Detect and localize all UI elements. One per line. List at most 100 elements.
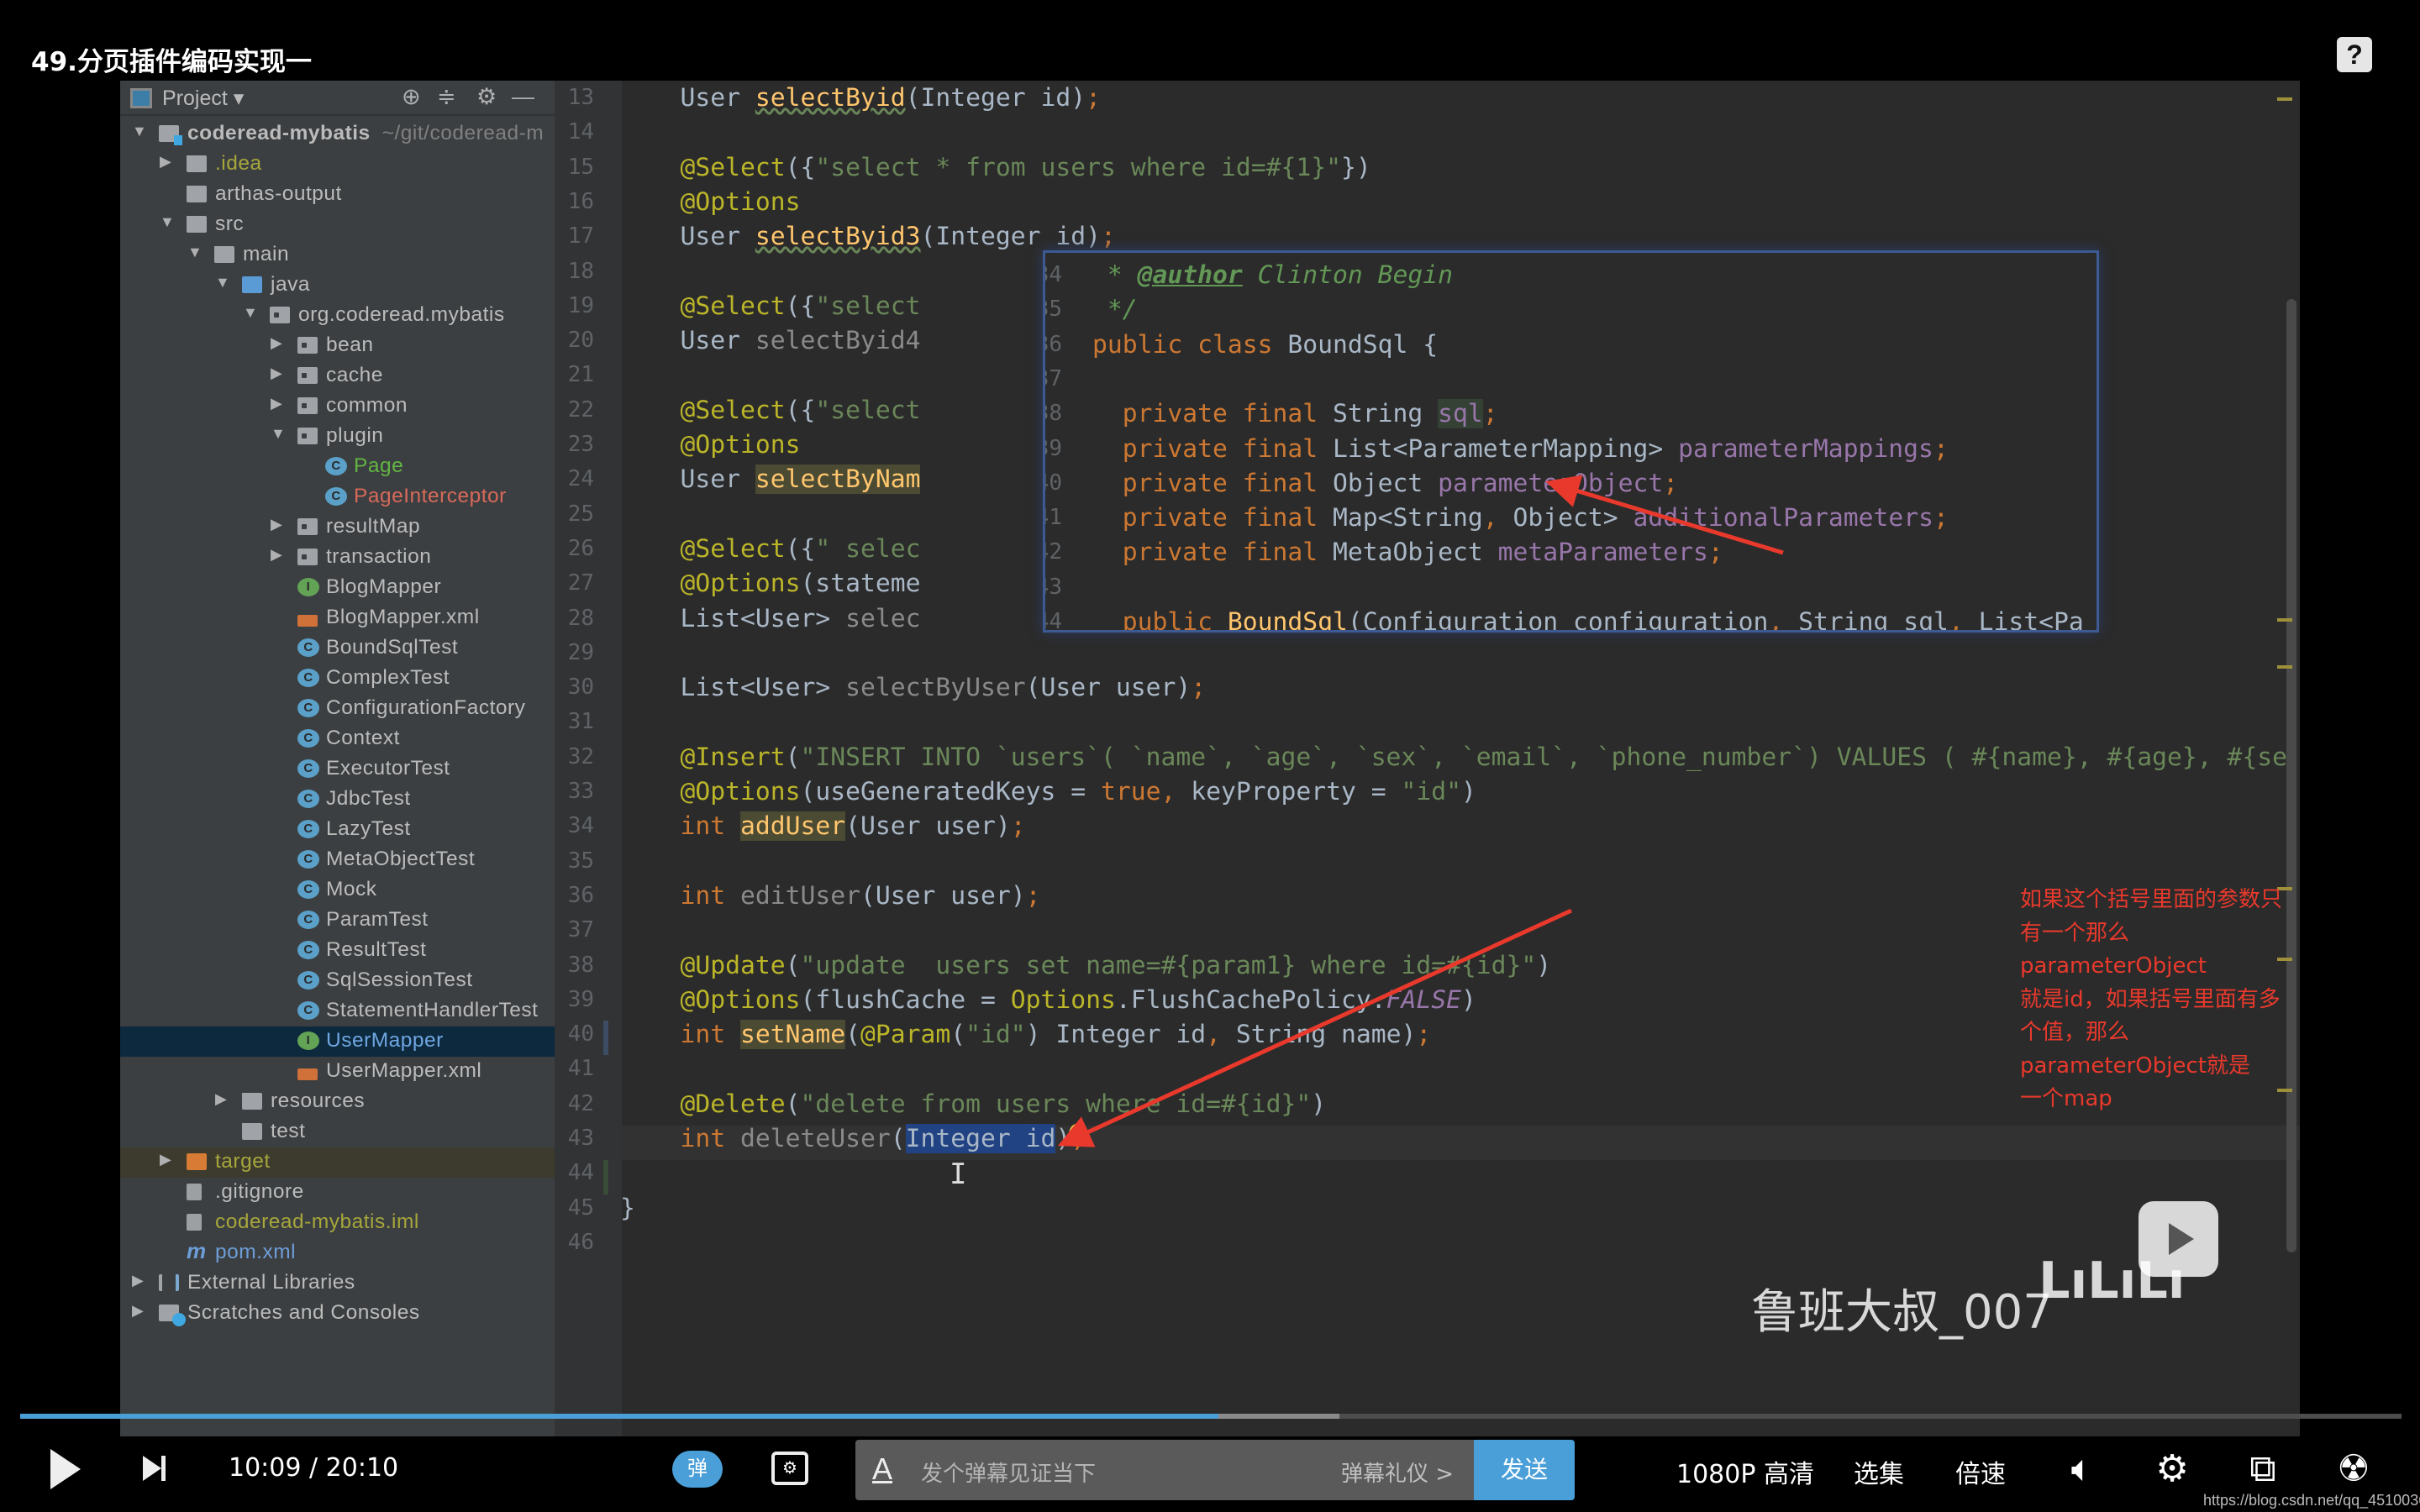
tree-item[interactable]: test [120, 1117, 555, 1147]
minimize-icon[interactable]: — [512, 84, 534, 110]
tree-item[interactable]: C ExecutorTest [120, 754, 555, 785]
tree-item[interactable]: I BlogMapper [120, 573, 555, 603]
code-token: " selec [815, 533, 921, 564]
collapse-icon[interactable]: ≑ [437, 84, 456, 110]
tree-item-label: src [215, 213, 245, 235]
chevron-right-icon[interactable]: ▶ [132, 1302, 144, 1320]
tree-item[interactable]: ▼ src [120, 210, 555, 240]
tree-item[interactable]: C ConfigurationFactory [120, 694, 555, 724]
chevron-right-icon[interactable]: ▶ [160, 1151, 171, 1168]
speed-button[interactable]: 倍速 [1955, 1453, 2006, 1490]
text-cursor-icon: I [950, 1158, 967, 1191]
tree-item[interactable]: .gitignore [120, 1178, 555, 1208]
tree-item[interactable]: coderead-mybatis.iml [120, 1208, 555, 1238]
tree-item[interactable]: ▶ transaction [120, 543, 555, 573]
tree-item[interactable]: C PageInterceptor [120, 482, 555, 512]
test-icon: C [297, 850, 319, 869]
chevron-right-icon[interactable]: ▶ [271, 365, 282, 382]
gear-icon[interactable]: ⚙ [476, 84, 497, 110]
tree-item[interactable]: C SqlSessionTest [120, 966, 555, 996]
tree-item[interactable]: ▼ plugin [120, 422, 555, 452]
chevron-right-icon[interactable]: ▶ [271, 395, 282, 412]
chevron-down-icon[interactable]: ▼ [271, 425, 286, 443]
code-token: @Param [860, 1020, 951, 1050]
line-number: 36 [567, 882, 594, 908]
tree-item[interactable]: C ParamTest [120, 906, 555, 936]
tree-item-label: coderead-mybatis [187, 122, 371, 144]
tree-item[interactable]: C BoundSqlTest [120, 633, 555, 664]
locate-icon[interactable]: ⊕ [402, 84, 421, 110]
code-token: @Options [680, 777, 801, 806]
chevron-right-icon[interactable]: ▶ [271, 516, 282, 533]
tree-item[interactable]: ▼ main [120, 240, 555, 270]
play-icon[interactable] [50, 1449, 81, 1489]
tree-item[interactable]: I UserMapper [120, 1026, 555, 1057]
tree-item[interactable]: ▶ resources [120, 1087, 555, 1117]
tree-item[interactable]: ▼ org.coderead.mybatis [120, 301, 555, 331]
settings-gear-icon[interactable]: ⚙ [2151, 1448, 2193, 1490]
danmaku-style-icon[interactable]: A [872, 1452, 892, 1487]
tree-item[interactable]: C Page [120, 452, 555, 482]
tree-item[interactable]: ▼ coderead-mybatis ~/git/coderead-m [120, 119, 555, 150]
code-token: ; [1707, 538, 1723, 568]
tree-item[interactable]: C Context [120, 724, 555, 754]
code-editor[interactable]: 13 User selectByid(Integer id); 14 15 @Sel… [555, 81, 2300, 1436]
danmaku-input[interactable]: A 发个弹幕见证当下 弹幕礼仪 > [855, 1440, 1474, 1500]
tree-item[interactable]: C ComplexTest [120, 664, 555, 694]
episodes-button[interactable]: 选集 [1854, 1453, 1904, 1490]
video-frame[interactable]: Project ▾ ⊕ ≑ ⚙ — ▼ coderead-mybatis ~/git… [120, 81, 2300, 1436]
tree-item[interactable]: ▶ External Libraries [120, 1268, 555, 1299]
tree-item[interactable]: ▶ Scratches and Consoles [120, 1299, 555, 1329]
tree-item[interactable]: C ResultTest [120, 936, 555, 966]
volume-icon[interactable]: 🔈︎ [2061, 1448, 2103, 1490]
tree-item[interactable]: UserMapper.xml [120, 1057, 555, 1087]
picture-in-picture-icon[interactable]: ⧉ [2242, 1448, 2284, 1490]
tree-item-label: resultMap [326, 515, 421, 538]
tree-item[interactable]: ▶ target [120, 1147, 555, 1178]
chevron-down-icon[interactable]: ▼ [132, 123, 147, 140]
chevron-right-icon[interactable]: ▶ [271, 546, 282, 564]
lightbulb-icon[interactable] [1069, 1124, 1084, 1146]
chevron-down-icon[interactable]: ▼ [243, 304, 258, 322]
chevron-right-icon[interactable]: ▶ [271, 334, 282, 352]
tree-item[interactable]: C StatementHandlerTest [120, 996, 555, 1026]
chevron-right-icon[interactable]: ▶ [132, 1272, 144, 1289]
tree-item[interactable]: C MetaObjectTest [120, 845, 555, 875]
danmaku-etiquette-link[interactable]: 弹幕礼仪 > [1341, 1457, 1454, 1488]
quick-definition-popup[interactable]: 34 * @author Clinton Begin 35 */ 36 public … [1043, 250, 2099, 633]
project-view-dropdown[interactable]: Project ▾ [162, 86, 244, 111]
tree-item[interactable]: C LazyTest [120, 815, 555, 845]
tree-item[interactable]: ▶ resultMap [120, 512, 555, 543]
tree-item[interactable]: ▶ .idea [120, 150, 555, 180]
chevron-down-icon[interactable]: ▼ [215, 274, 230, 291]
danmaku-toggle[interactable]: 弹 [672, 1451, 723, 1488]
progress-bar[interactable] [20, 1414, 2402, 1419]
fullscreen-web-icon[interactable]: ☢ [2333, 1448, 2375, 1490]
tree-item[interactable]: C JdbcTest [120, 785, 555, 815]
tree-item[interactable]: BlogMapper.xml [120, 603, 555, 633]
quality-button[interactable]: 1080P 高清 [1676, 1453, 1814, 1490]
code-token: ; [1100, 222, 1116, 252]
tree-item[interactable]: ▶ common [120, 391, 555, 422]
help-icon[interactable]: ? [2337, 37, 2372, 72]
send-danmaku-button[interactable]: 发送 [1474, 1440, 1575, 1500]
code-token: "select * from users where id=#{1}" [815, 152, 1341, 182]
tree-item-label: JdbcTest [326, 787, 411, 810]
tree-item[interactable]: ▶ cache [120, 361, 555, 391]
package-icon [297, 397, 318, 414]
chevron-right-icon[interactable]: ▶ [160, 153, 171, 171]
tree-item[interactable]: C Mock [120, 875, 555, 906]
chevron-down-icon[interactable]: ▼ [160, 213, 175, 231]
tree-item[interactable]: m pom.xml [120, 1238, 555, 1268]
next-episode-icon[interactable] [143, 1456, 166, 1481]
line-number: 40 [567, 1021, 594, 1047]
code-token: public class [1092, 329, 1288, 360]
tree-item[interactable]: ▶ bean [120, 331, 555, 361]
chevron-down-icon[interactable]: ▼ [187, 244, 203, 261]
tree-item[interactable]: ▼ java [120, 270, 555, 301]
tree-item-label: coderead-mybatis.iml [215, 1210, 419, 1233]
chevron-right-icon[interactable]: ▶ [215, 1090, 227, 1108]
test-icon: C [297, 759, 319, 778]
tree-item[interactable]: arthas-output [120, 180, 555, 210]
danmaku-settings-icon[interactable]: ⚙ [771, 1452, 808, 1485]
